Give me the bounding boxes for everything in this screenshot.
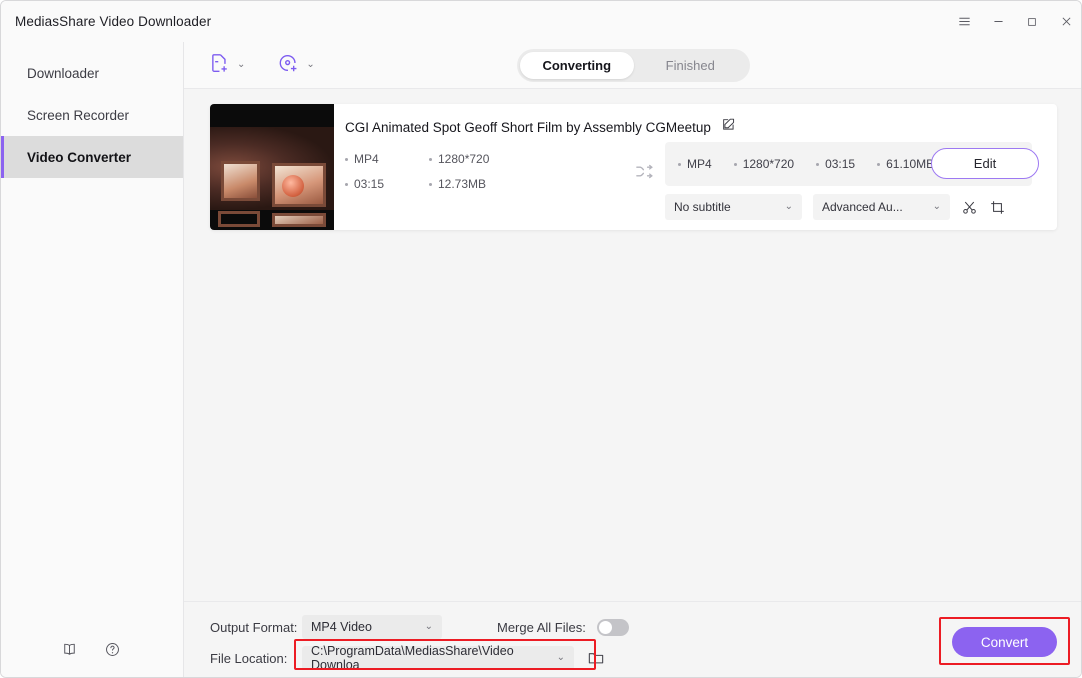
sidebar-item-video-converter[interactable]: Video Converter — [1, 136, 183, 178]
output-format-value: MP4 Video — [311, 620, 372, 634]
sidebar-item-label: Screen Recorder — [27, 107, 130, 123]
add-disc-icon — [277, 52, 299, 79]
chevron-down-icon: ⌄ — [556, 652, 565, 663]
bullet-icon — [733, 162, 737, 166]
help-icon[interactable] — [104, 641, 121, 663]
audio-select-value: Advanced Au... — [822, 200, 903, 214]
thumbnail-image — [210, 127, 334, 227]
sidebar-footer — [1, 641, 184, 663]
add-disc-button[interactable]: ⌄ — [277, 52, 315, 79]
source-duration: 03:15 — [345, 177, 429, 191]
sidebar-item-label: Video Converter — [27, 149, 132, 165]
file-title-row: CGI Animated Spot Geoff Short Film by As… — [345, 117, 1057, 137]
video-thumbnail — [210, 104, 334, 230]
task-details: CGI Animated Spot Geoff Short Film by As… — [334, 104, 1057, 230]
file-location-label: File Location: — [210, 650, 288, 666]
source-format: MP4 — [345, 152, 429, 166]
chevron-down-icon: ⌄ — [932, 201, 941, 212]
output-duration-value: 03:15 — [825, 157, 856, 171]
output-format-label: Output Format: — [210, 619, 298, 635]
output-size: 61.10MB — [877, 157, 934, 171]
maximize-icon[interactable] — [1015, 1, 1049, 42]
file-title: CGI Animated Spot Geoff Short Film by As… — [345, 119, 711, 135]
edit-icon[interactable] — [721, 117, 736, 137]
output-format-row: Output Format: MP4 Video ⌄ Merge All Fil… — [210, 615, 629, 639]
sidebar: Downloader Screen Recorder Video Convert… — [1, 42, 184, 677]
source-size-value: 12.73MB — [438, 177, 487, 191]
bullet-icon — [429, 157, 432, 161]
thumb-character — [282, 175, 304, 197]
file-location-value: C:\ProgramData\MediasShare\Video Downloa — [311, 644, 514, 672]
source-format-value: MP4 — [354, 152, 379, 166]
close-icon[interactable] — [1049, 1, 1081, 42]
merge-all-files-label: Merge All Files: — [497, 619, 586, 635]
sidebar-item-label: Downloader — [27, 65, 100, 81]
output-resolution: 1280*720 — [733, 157, 795, 171]
edit-button[interactable]: Edit — [931, 148, 1039, 179]
crop-icon[interactable] — [989, 199, 1006, 216]
audio-select[interactable]: Advanced Au... ⌄ — [813, 194, 950, 220]
title-bar: MediasShare Video Downloader — [1, 1, 1081, 42]
status-tabs: Converting Finished — [517, 49, 750, 82]
output-format: MP4 — [678, 157, 712, 171]
main-content: ⌄ ⌄ Converting Finished CGI Animated Spo… — [184, 42, 1081, 677]
bullet-icon — [429, 182, 432, 186]
window-controls — [947, 1, 1081, 42]
add-file-icon — [208, 52, 230, 79]
thumb-picture-frame — [272, 213, 326, 227]
edit-button-label: Edit — [973, 156, 997, 171]
chevron-down-icon[interactable]: ⌄ — [306, 60, 314, 70]
source-size: 12.73MB — [429, 177, 535, 191]
chevron-down-icon: ⌄ — [424, 621, 433, 632]
minimize-icon[interactable] — [981, 1, 1015, 42]
guide-book-icon[interactable] — [61, 641, 78, 663]
output-format-select[interactable]: MP4 Video ⌄ — [302, 615, 442, 639]
app-title: MediasShare Video Downloader — [15, 14, 212, 29]
output-duration: 03:15 — [816, 157, 855, 171]
tab-label: Finished — [665, 58, 715, 73]
sidebar-item-screen-recorder[interactable]: Screen Recorder — [1, 94, 183, 136]
file-location-select[interactable]: C:\ProgramData\MediasShare\Video Downloa… — [302, 644, 574, 672]
scissors-icon[interactable] — [961, 199, 978, 216]
convert-button-label: Convert — [980, 634, 1029, 650]
sidebar-item-downloader[interactable]: Downloader — [1, 52, 183, 94]
active-accent-bar — [1, 136, 4, 178]
source-duration-value: 03:15 — [354, 177, 385, 191]
thumb-picture-frame — [218, 211, 260, 227]
source-resolution: 1280*720 — [429, 152, 535, 166]
app-window: MediasShare Video Downloader Downloader … — [0, 0, 1082, 678]
sidebar-nav: Downloader Screen Recorder Video Convert… — [1, 42, 183, 178]
output-resolution-value: 1280*720 — [742, 157, 795, 171]
toggle-knob — [598, 620, 612, 634]
subtitle-select[interactable]: No subtitle ⌄ — [665, 194, 802, 220]
folder-icon[interactable] — [587, 649, 605, 667]
toolbar: ⌄ ⌄ Converting Finished — [184, 42, 1081, 89]
footer-bar: Output Format: MP4 Video ⌄ Merge All Fil… — [184, 601, 1081, 677]
tab-finished[interactable]: Finished — [634, 52, 748, 79]
convert-button[interactable]: Convert — [952, 627, 1057, 657]
bullet-icon — [345, 182, 348, 186]
chevron-down-icon: ⌄ — [784, 201, 793, 212]
output-size-value: 61.10MB — [886, 157, 935, 171]
scrollbar[interactable] — [1075, 42, 1080, 677]
bullet-icon — [345, 157, 348, 161]
chevron-down-icon[interactable]: ⌄ — [237, 60, 245, 70]
output-format-value: MP4 — [687, 157, 712, 171]
source-info: MP4 1280*720 03:15 12.73MB — [345, 152, 535, 191]
bullet-icon — [678, 162, 681, 166]
add-file-button[interactable]: ⌄ — [208, 52, 245, 79]
tab-label: Converting — [542, 58, 612, 73]
source-resolution-value: 1280*720 — [438, 152, 490, 166]
tab-converting[interactable]: Converting — [520, 52, 634, 79]
task-options-row: No subtitle ⌄ Advanced Au... ⌄ — [665, 194, 1006, 220]
menu-icon[interactable] — [947, 1, 981, 42]
conversion-task-row: CGI Animated Spot Geoff Short Film by As… — [210, 104, 1057, 230]
bullet-icon — [877, 162, 881, 166]
thumb-picture-frame — [221, 161, 260, 201]
subtitle-select-value: No subtitle — [674, 200, 731, 214]
bullet-icon — [816, 162, 820, 166]
merge-all-files-toggle[interactable] — [596, 618, 629, 636]
shuffle-icon — [634, 160, 657, 188]
file-location-row: File Location: C:\ProgramData\MediasShar… — [210, 644, 605, 672]
